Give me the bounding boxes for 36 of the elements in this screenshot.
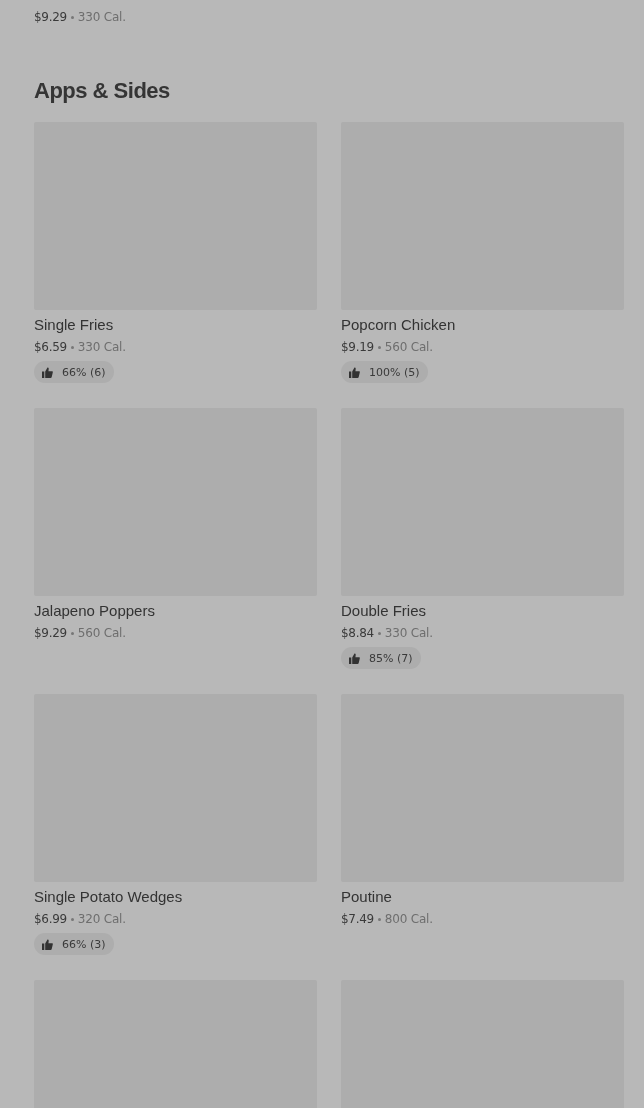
item-price: $7.49 <box>341 911 374 928</box>
item-price: $9.19 <box>341 339 374 356</box>
calorie-count: 560 Cal. <box>384 339 433 356</box>
separator-dot <box>377 345 381 349</box>
calorie-count: 560 Cal. <box>77 625 126 642</box>
item-price: $6.59 <box>34 339 67 356</box>
calorie-count: 330 Cal. <box>384 625 433 642</box>
item-price: $9.29 <box>34 9 67 26</box>
item-name[interactable]: Poutine <box>341 887 624 907</box>
item-price: $6.99 <box>34 911 67 928</box>
rating-badge: 66% (3) <box>34 933 114 955</box>
item-price: $9.29 <box>34 625 67 642</box>
calorie-count: 320 Cal. <box>77 911 126 928</box>
calorie-count: 800 Cal. <box>384 911 433 928</box>
thumbs-up-icon <box>349 652 360 664</box>
separator-dot <box>377 917 381 921</box>
rating-badge: 100% (5) <box>341 361 428 383</box>
item-name[interactable]: Single Fries <box>34 315 317 335</box>
thumbs-up-icon <box>42 938 53 950</box>
thumbs-up-icon <box>349 366 360 378</box>
separator-dot <box>70 345 74 349</box>
rating-badge: 66% (6) <box>34 361 114 383</box>
separator-dot <box>70 917 74 921</box>
rating-badge: 85% (7) <box>341 647 421 669</box>
separator-dot <box>70 631 74 635</box>
separator-dot <box>377 631 381 635</box>
section-heading: Apps & Sides <box>34 77 171 105</box>
separator-dot <box>70 15 74 19</box>
thumbs-up-icon <box>42 366 53 378</box>
item-name[interactable]: Double Fries <box>341 601 624 621</box>
item-name[interactable]: Jalapeno Poppers <box>34 601 317 621</box>
calorie-count: 330 Cal. <box>77 339 126 356</box>
calorie-count: 330 Cal. <box>77 9 126 26</box>
item-name[interactable]: Single Potato Wedges <box>34 887 317 907</box>
item-price: $8.84 <box>341 625 374 642</box>
item-name[interactable]: Popcorn Chicken <box>341 315 624 335</box>
